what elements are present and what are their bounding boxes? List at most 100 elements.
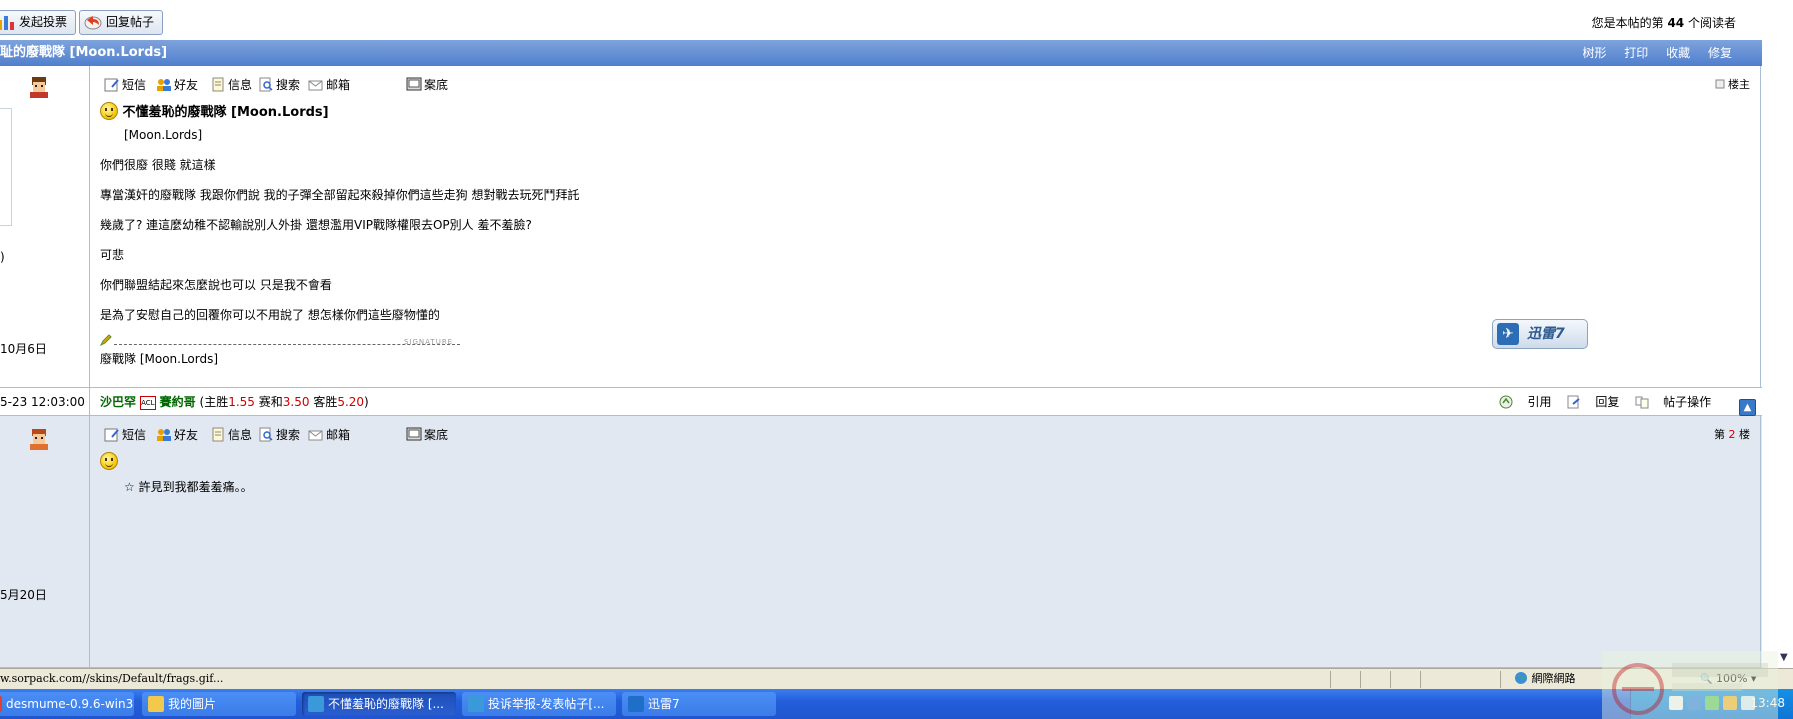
avatar-icon bbox=[30, 429, 48, 450]
taskbar-item-forum-thread[interactable]: 不懂羞恥的廢戰隊 [... bbox=[302, 692, 456, 716]
post-1-footer: 5-23 12:03:00 沙巴罕 ACL 賽約哥 (主胜1.55 赛和3.50… bbox=[0, 388, 1762, 416]
rank-user: 賽約哥 bbox=[159, 395, 196, 409]
security-zone: 網際網路 bbox=[1514, 669, 1576, 689]
search-icon bbox=[259, 77, 273, 92]
signature-divider: SIGNATURE bbox=[100, 334, 460, 348]
post-title: 不懂羞恥的廢戰隊 [Moon.Lords] bbox=[122, 105, 329, 120]
post-line: 你們聯盟結起來怎麼說也可以 只是我不會看 bbox=[100, 278, 332, 292]
taskbar-item-desmume[interactable]: desmume-0.9.6-win32 bbox=[0, 692, 134, 716]
post-1: ) 10月6日 短信 好友 信息 搜索 邮箱 案底 楼主 不懂羞恥的廢戰隊 [M… bbox=[0, 66, 1762, 388]
rank-name: 沙巴罕 bbox=[100, 395, 137, 409]
post-subtitle: [Moon.Lords] bbox=[124, 128, 203, 142]
tree-view-link[interactable]: 树形 bbox=[1582, 46, 1606, 60]
author-join-date: 5月20日 bbox=[0, 588, 47, 602]
message-tool[interactable]: 短信 bbox=[104, 76, 146, 94]
floor-label: 楼主 bbox=[1715, 76, 1750, 92]
status-url: w.sorpack.com//skins/Default/frags.gif..… bbox=[0, 672, 224, 685]
pencil-icon bbox=[100, 334, 112, 346]
ie-icon bbox=[308, 696, 324, 712]
status-divider bbox=[1500, 671, 1501, 688]
print-link[interactable]: 打印 bbox=[1624, 46, 1648, 60]
author-stat-text: ) bbox=[0, 250, 5, 264]
floor-prefix: 第 bbox=[1714, 428, 1725, 441]
status-divider bbox=[1330, 671, 1331, 688]
favorite-link[interactable]: 收藏 bbox=[1666, 46, 1690, 60]
reply-icon bbox=[84, 16, 102, 30]
mailbox-label: 邮箱 bbox=[326, 78, 351, 92]
post-line: 可悲 bbox=[100, 248, 125, 262]
repair-link[interactable]: 修复 bbox=[1708, 46, 1732, 60]
message-icon bbox=[104, 78, 119, 92]
status-divider bbox=[1420, 671, 1421, 688]
stat-lose: 5.20 bbox=[337, 395, 365, 409]
info-tool[interactable]: 信息 bbox=[210, 76, 252, 94]
taskbar-item-my-pictures[interactable]: 我的圖片 bbox=[142, 692, 296, 716]
reply-small-icon bbox=[1567, 395, 1580, 409]
xunlei-bird-icon: ✈ bbox=[1497, 323, 1519, 345]
security-zone-label: 網際網路 bbox=[1531, 672, 1576, 685]
scroll-down-icon[interactable]: ▼ bbox=[1780, 652, 1788, 663]
search-tool[interactable]: 搜索 bbox=[258, 426, 300, 444]
post-ops-icon bbox=[1635, 396, 1649, 409]
taskbar-item-complaint-post[interactable]: 投诉举报-发表帖子[... bbox=[462, 692, 616, 716]
stats-lose-label: 客胜 bbox=[313, 395, 338, 409]
search-tool[interactable]: 搜索 bbox=[258, 76, 300, 94]
back-to-top-button[interactable]: ▲ bbox=[1727, 395, 1756, 416]
post-2-right-border bbox=[1760, 416, 1761, 667]
author-join-date: 10月6日 bbox=[0, 342, 47, 356]
search-label: 搜索 bbox=[276, 78, 301, 92]
taskbar-item-label: 不懂羞恥的廢戰隊 [... bbox=[328, 697, 444, 711]
smiley-icon bbox=[100, 102, 118, 120]
message-tool[interactable]: 短信 bbox=[104, 426, 146, 444]
acl-badge-icon: ACL bbox=[139, 396, 156, 410]
post-2-text: ☆ 許見到我都羞羞痛。。 bbox=[124, 480, 253, 494]
avatar-icon bbox=[30, 77, 48, 98]
friend-tool[interactable]: 好友 bbox=[156, 426, 198, 444]
xunlei-app-icon bbox=[628, 696, 644, 712]
top-action-bar: 发起投票 回复帖子 您是本帖的第 44 个阅读者 bbox=[0, 0, 1762, 38]
status-divider bbox=[1360, 671, 1361, 688]
message-icon bbox=[104, 428, 119, 442]
thread-title: 耻的廢戰隊 [Moon.Lords] bbox=[0, 45, 168, 60]
post-signature: 廢戰隊 [Moon.Lords] bbox=[100, 352, 219, 366]
case-record-tool[interactable]: 案底 bbox=[406, 76, 448, 94]
stats-draw-label: 赛和 bbox=[258, 395, 283, 409]
info-label: 信息 bbox=[228, 428, 253, 442]
arrow-up-icon: ▲ bbox=[1739, 399, 1756, 416]
friend-tool[interactable]: 好友 bbox=[156, 76, 198, 94]
case-record-label: 案底 bbox=[424, 428, 449, 442]
mailbox-tool[interactable]: 邮箱 bbox=[308, 76, 350, 94]
floor-icon bbox=[1715, 79, 1724, 89]
taskbar-item-xunlei[interactable]: 迅雷7 bbox=[622, 692, 776, 716]
mailbox-tool[interactable]: 邮箱 bbox=[308, 426, 350, 444]
info-label: 信息 bbox=[228, 78, 253, 92]
taskbar-item-label: 迅雷7 bbox=[648, 697, 680, 711]
browser-status-bar: w.sorpack.com//skins/Default/frags.gif..… bbox=[0, 668, 1793, 689]
globe-icon bbox=[1515, 672, 1527, 684]
case-record-tool[interactable]: 案底 bbox=[406, 426, 448, 444]
taskbar-item-label: desmume-0.9.6-win32 bbox=[6, 697, 134, 711]
thread-title-bar: 耻的廢戰隊 [Moon.Lords] 树形 打印 收藏 修复 bbox=[0, 40, 1762, 66]
app-icon bbox=[0, 696, 2, 712]
status-divider bbox=[1390, 671, 1391, 688]
friend-label: 好友 bbox=[174, 428, 199, 442]
start-poll-label: 发起投票 bbox=[19, 15, 68, 29]
mailbox-icon bbox=[308, 80, 323, 91]
post-ops-button[interactable]: 帖子操作 bbox=[1635, 395, 1711, 409]
floor-label: 第 2 楼 bbox=[1714, 426, 1750, 442]
reply-button[interactable]: 回复 bbox=[1567, 395, 1619, 409]
read-count: 44 bbox=[1667, 16, 1685, 30]
start-poll-button[interactable]: 发起投票 bbox=[0, 10, 77, 35]
post-ops-label: 帖子操作 bbox=[1663, 395, 1712, 409]
folder-icon bbox=[148, 696, 164, 712]
friends-icon bbox=[157, 79, 171, 91]
reply-post-button[interactable]: 回复帖子 bbox=[79, 10, 164, 35]
quote-button[interactable]: 引用 bbox=[1499, 395, 1551, 409]
info-tool[interactable]: 信息 bbox=[210, 426, 252, 444]
xunlei-float-button[interactable]: ✈ 迅雷7 bbox=[1492, 319, 1588, 349]
message-label: 短信 bbox=[122, 428, 147, 442]
reply-label: 回复 bbox=[1595, 395, 1620, 409]
post-line: 幾歲了? 連這麼幼稚不認輸說別人外掛 還想濫用VIP戰隊權限去OP別人 羞不羞臉… bbox=[100, 218, 532, 232]
post-1-author-column: ) 10月6日 bbox=[0, 66, 90, 387]
floor-suffix: 楼 bbox=[1739, 428, 1750, 441]
